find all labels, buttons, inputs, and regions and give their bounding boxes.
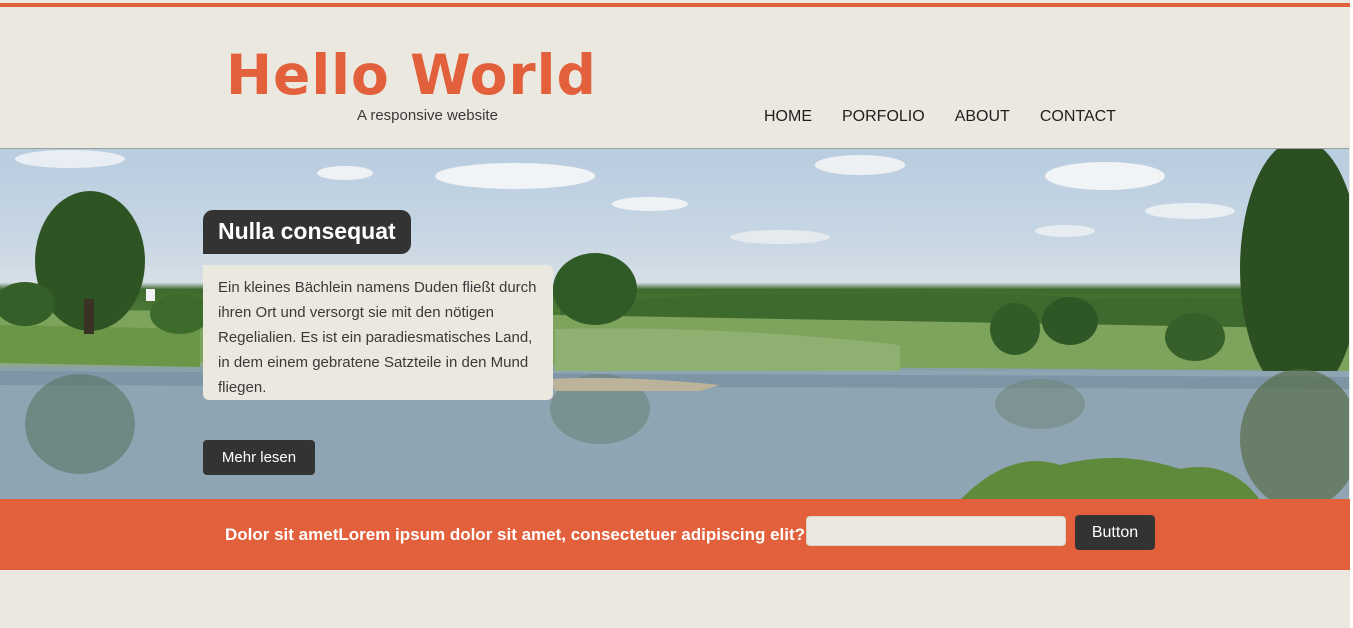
nav-item-contact[interactable]: CONTACT xyxy=(1040,108,1116,126)
site-logo[interactable]: Hello World xyxy=(226,43,597,107)
hero-title: Nulla consequat xyxy=(203,210,411,254)
site-header: Hello World A responsive website HOME PO… xyxy=(0,7,1350,148)
hero-banner: Nulla consequat Ein kleines Bächlein nam… xyxy=(0,148,1349,500)
main-nav: HOME PORFOLIO ABOUT CONTACT xyxy=(764,108,1116,126)
cta-text: Dolor sit ametLorem ipsum dolor sit amet… xyxy=(225,525,806,544)
nav-item-portfolio[interactable]: PORFOLIO xyxy=(842,108,925,126)
nav-item-about[interactable]: ABOUT xyxy=(955,108,1010,126)
hero-description: Ein kleines Bächlein namens Duden fließt… xyxy=(203,265,553,400)
cta-input[interactable] xyxy=(806,516,1066,546)
read-more-button[interactable]: Mehr lesen xyxy=(203,440,315,475)
nav-item-home[interactable]: HOME xyxy=(764,108,812,126)
cta-bar: Dolor sit ametLorem ipsum dolor sit amet… xyxy=(0,499,1350,570)
cta-button[interactable]: Button xyxy=(1075,515,1155,550)
site-tagline: A responsive website xyxy=(357,107,498,124)
